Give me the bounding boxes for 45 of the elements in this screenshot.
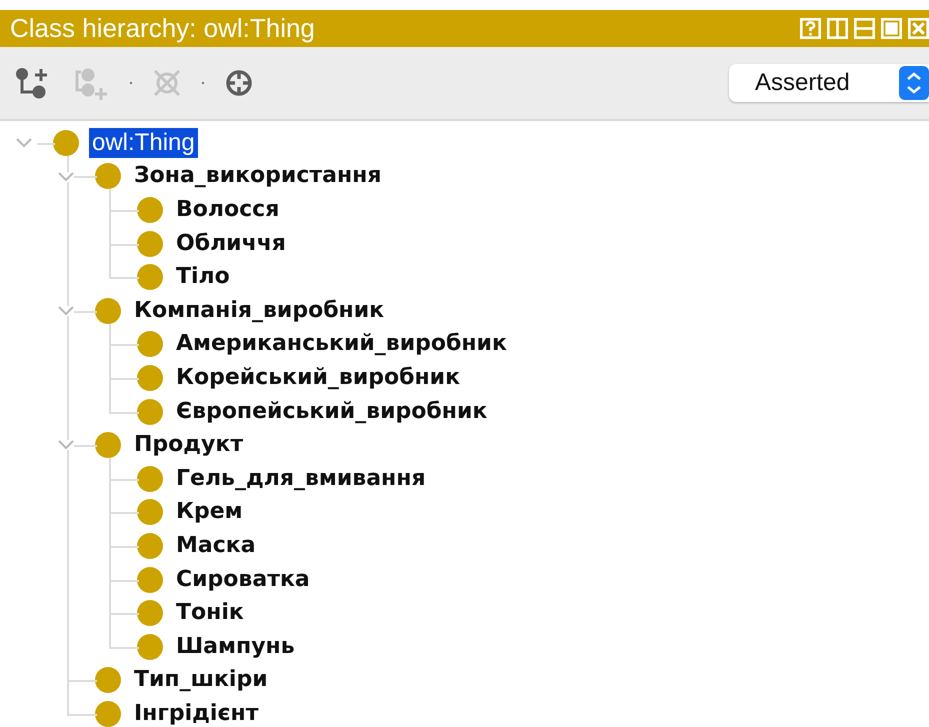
window-title: Class hierarchy: owl:Thing: [10, 13, 315, 44]
class-icon: [137, 230, 163, 257]
class-icon: [137, 196, 163, 223]
tree-item[interactable]: Крем: [173, 497, 246, 528]
split-horizontal-icon[interactable]: [854, 18, 875, 39]
tree-item[interactable]: Маска: [173, 530, 259, 561]
class-icon: [95, 432, 121, 458]
tree-item[interactable]: Сироватка: [173, 564, 313, 595]
tree-item[interactable]: Продукт: [131, 430, 246, 460]
tree-item[interactable]: Шампунь: [173, 632, 298, 662]
close-icon[interactable]: [908, 18, 929, 39]
tree-item[interactable]: Європейський_виробник: [173, 396, 490, 427]
tree-item[interactable]: Тип_шкіри: [131, 665, 271, 696]
tree-item[interactable]: Американський_виробник: [173, 329, 510, 360]
tree-item[interactable]: Волосся: [173, 194, 282, 225]
view-mode-dropdown[interactable]: Asserted: [729, 64, 929, 102]
tree-item[interactable]: Зона_використання: [131, 161, 384, 192]
tree-item[interactable]: Тіло: [173, 262, 233, 292]
class-icon: [137, 600, 163, 626]
class-icon: [53, 130, 79, 156]
tree-item[interactable]: Компанія_виробник: [131, 296, 388, 326]
tree-item[interactable]: owl:Thing: [89, 128, 198, 158]
tree-item[interactable]: Корейський_виробник: [173, 362, 464, 393]
maximize-icon[interactable]: [881, 18, 902, 39]
tree-item[interactable]: Гель_для_вмивання: [173, 464, 429, 494]
tree-item[interactable]: Обличчя: [173, 228, 289, 259]
class-icon: [137, 331, 163, 358]
tree-item[interactable]: Тонік: [173, 598, 247, 628]
class-icon: [95, 700, 121, 727]
split-vertical-icon[interactable]: [827, 18, 848, 39]
class-icon: [137, 264, 163, 290]
chevron-down-icon[interactable]: [16, 138, 32, 148]
class-icon: [95, 667, 121, 694]
class-icon: [137, 532, 163, 559]
class-icon: [137, 634, 163, 660]
class-icon: [137, 398, 163, 425]
class-icon: [95, 163, 121, 190]
class-icon: [95, 298, 121, 324]
help-icon[interactable]: [800, 18, 821, 39]
stepper-icon: [899, 66, 929, 100]
class-icon: [137, 466, 163, 492]
class-icon: [137, 499, 163, 526]
tree-item[interactable]: Інгрідієнт: [131, 698, 262, 727]
class-icon: [137, 566, 163, 593]
class-icon: [137, 364, 163, 391]
